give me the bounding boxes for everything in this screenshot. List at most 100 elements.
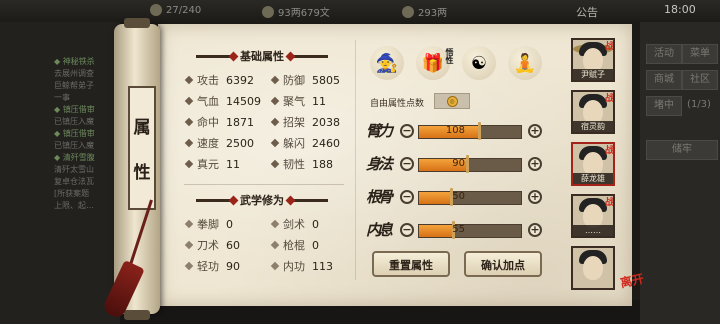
portrait-card[interactable]: 薛龙雄 战 xyxy=(571,142,615,186)
basic-stat: 聚气 11 xyxy=(270,93,326,109)
stat-value: 90 xyxy=(226,259,240,273)
free-points-label: 自由属性点数 xyxy=(370,99,425,109)
title-ornament-right xyxy=(290,198,328,202)
basic-stat: 攻击 6392 xyxy=(184,72,254,88)
log-line: ◆ 神秘铁杀 xyxy=(54,57,95,66)
attribute-bar: 50 xyxy=(418,188,522,206)
portrait-name: 宿灵韵 xyxy=(573,121,613,132)
tab-char-1: 属 xyxy=(133,118,151,138)
log-line: [所获案题 xyxy=(54,189,90,198)
increase-button[interactable]: + xyxy=(528,190,542,204)
resource-silver: 293两 xyxy=(402,4,447,19)
battle-badge: 战 xyxy=(604,94,614,104)
diamond-icon xyxy=(270,138,280,148)
martial-stat: 内功 113 xyxy=(270,258,333,274)
prison-button[interactable]: 储牢 xyxy=(646,140,718,160)
stat-value: 11 xyxy=(312,94,326,108)
decrease-button[interactable]: − xyxy=(400,124,414,138)
portrait-name: 薛龙雄 xyxy=(573,173,613,184)
log-line: 去展州调查 xyxy=(54,69,94,78)
martial-stat: 刀术 60 xyxy=(184,237,240,253)
increase-button[interactable]: + xyxy=(528,223,542,237)
menu-button[interactable]: 菜单 xyxy=(682,44,718,64)
quest-log[interactable]: ◆ 神秘铁杀 去展州调查 巨鲸帮弟子 一事 ◆ 镇压借审 已镇压入魔 ◆ 镇压借审 已镇压入魔… xyxy=(0,22,120,324)
activity-button[interactable]: 活动 xyxy=(646,44,682,64)
stat-label: 躲闪 xyxy=(283,137,305,150)
stat-value: 2500 xyxy=(226,136,254,150)
basic-stat: 真元 11 xyxy=(184,156,240,172)
diamond-icon xyxy=(184,219,194,229)
clock: 18:00 xyxy=(664,3,696,16)
portrait-card[interactable]: …… 战 xyxy=(571,194,615,238)
attribute-value: 108 xyxy=(445,125,465,136)
decrease-button[interactable]: − xyxy=(400,190,414,204)
basic-stat: 气血 14509 xyxy=(184,93,261,109)
tab-attributes[interactable]: 属 性 xyxy=(128,86,156,210)
stat-value: 2038 xyxy=(312,115,340,129)
yin-yang-icon[interactable]: ☯ xyxy=(462,46,496,80)
community-button[interactable]: 社区 xyxy=(682,70,718,90)
basic-stat: 命中 1871 xyxy=(184,114,254,130)
attribute-name: 身法 xyxy=(366,155,393,173)
scholar-figure-icon[interactable]: 🧙 xyxy=(370,46,404,80)
attribute-row: 根骨 − 50 + xyxy=(364,186,554,212)
title-ornament-right xyxy=(290,54,328,58)
battle-badge: 战 xyxy=(604,198,614,208)
basic-stat: 躲闪 2460 xyxy=(270,135,340,151)
stat-label: 命中 xyxy=(197,116,219,129)
diamond-icon xyxy=(270,75,280,85)
attribute-bar-knob[interactable] xyxy=(465,155,469,173)
martial-title-text: 武学修为 xyxy=(240,194,284,207)
log-line: 已镇压入魔 xyxy=(54,141,94,150)
basic-title-text: 基础属性 xyxy=(240,50,284,63)
attribute-bar-knob[interactable] xyxy=(478,122,482,140)
log-line: 复卓仓法瓦 xyxy=(54,177,94,186)
increase-button[interactable]: + xyxy=(528,157,542,171)
free-points-box: ◎ xyxy=(434,93,470,109)
increase-button[interactable]: + xyxy=(528,124,542,138)
stat-label: 枪棍 xyxy=(283,239,305,252)
queue-button[interactable]: 堵中 xyxy=(646,96,682,116)
queue-count: (1/3) xyxy=(687,99,711,110)
stat-value: 5805 xyxy=(312,73,340,87)
stat-value: 1871 xyxy=(226,115,254,129)
stat-label: 拳脚 xyxy=(197,218,219,231)
diamond-icon xyxy=(184,240,194,250)
log-line: ◆ 镇压借审 xyxy=(54,105,95,114)
attribute-value: 90 xyxy=(452,158,465,169)
attribute-value: 50 xyxy=(452,191,465,202)
shop-button[interactable]: 商城 xyxy=(646,70,682,90)
title-ornament-left xyxy=(196,54,234,58)
stat-label: 气血 xyxy=(197,95,219,108)
diamond-icon xyxy=(184,159,194,169)
reset-attributes-button[interactable]: 重置属性 xyxy=(372,251,450,277)
stat-value: 113 xyxy=(312,259,333,273)
log-line: 清歼太雪山 xyxy=(54,165,94,174)
body-figure-icon[interactable]: 🧘 xyxy=(508,46,542,80)
log-line: ◆ 清歼雪腹 xyxy=(54,153,95,162)
battle-badge: 战 xyxy=(604,42,614,52)
decrease-button[interactable]: − xyxy=(400,157,414,171)
section-divider xyxy=(184,184,344,185)
portrait-card[interactable]: 宿灵韵 战 xyxy=(571,90,615,134)
martial-stat: 枪棍 0 xyxy=(270,237,319,253)
stat-value: 6392 xyxy=(226,73,254,87)
notice-button[interactable]: 公告 xyxy=(576,4,598,20)
confirm-points-button[interactable]: 确认加点 xyxy=(464,251,542,277)
attribute-value: 55 xyxy=(452,224,465,235)
stat-label: 轻功 xyxy=(197,260,219,273)
portrait-card[interactable] xyxy=(571,246,615,290)
attribute-name: 臂力 xyxy=(366,122,393,140)
tab-char-2: 性 xyxy=(133,163,151,183)
column-divider xyxy=(355,40,356,280)
stat-label: 聚气 xyxy=(283,95,305,108)
stat-label: 防御 xyxy=(283,74,305,87)
decrease-button[interactable]: − xyxy=(400,223,414,237)
treasure-bundle-icon[interactable]: 🎁 悟性 xyxy=(416,46,455,80)
stat-value: 14509 xyxy=(226,94,261,108)
portrait-card[interactable]: 尹赋子 战 xyxy=(571,38,615,82)
attribute-bar: 55 xyxy=(418,221,522,239)
portrait-name: …… xyxy=(573,225,613,236)
coin-icon: ◎ xyxy=(446,95,458,107)
martial-stat: 剑术 0 xyxy=(270,216,319,232)
